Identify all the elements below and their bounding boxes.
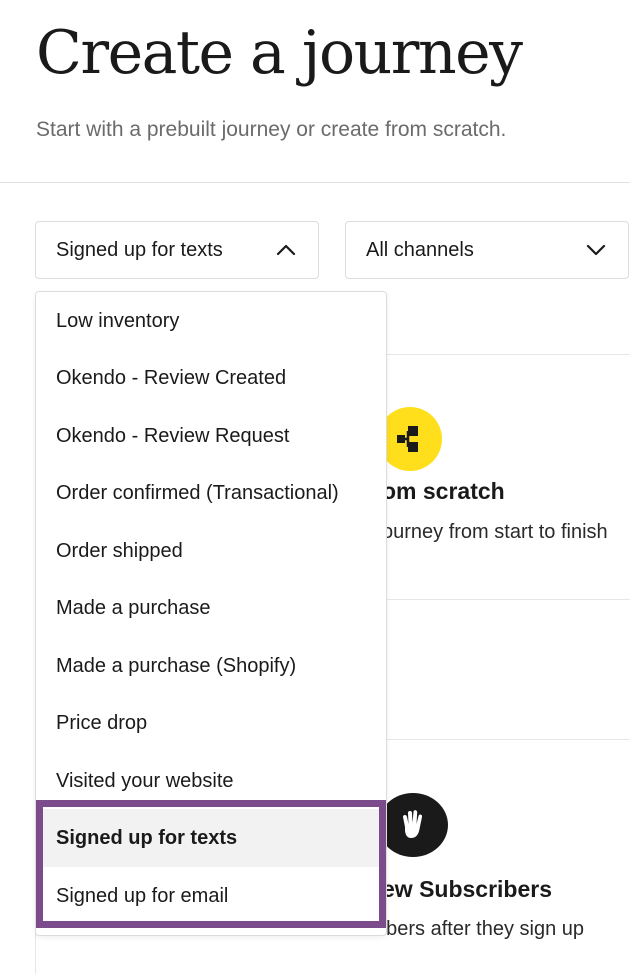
trigger-filter-value: Signed up for texts — [56, 238, 223, 261]
menu-item-signed-up-texts[interactable]: Signed up for texts — [36, 809, 386, 867]
page-title: Create a journey — [36, 18, 523, 88]
menu-item-signed-up-email[interactable]: Signed up for email — [36, 867, 386, 925]
trigger-dropdown-menu: Low inventory Okendo - Review Created Ok… — [35, 291, 387, 936]
menu-item-made-a-purchase-shopify[interactable]: Made a purchase (Shopify) — [36, 637, 386, 695]
flow-diagram-icon — [378, 407, 442, 471]
welcome-card-title[interactable]: ew Subscribers — [382, 876, 552, 903]
waving-hand-icon — [378, 793, 448, 857]
menu-item-order-shipped[interactable]: Order shipped — [36, 522, 386, 580]
channel-filter-value: All channels — [366, 238, 474, 261]
menu-item-okendo-review-request[interactable]: Okendo - Review Request — [36, 407, 386, 465]
menu-item-visited-website[interactable]: Visited your website — [36, 752, 386, 810]
scratch-card-title[interactable]: om scratch — [382, 478, 505, 505]
menu-item-price-drop[interactable]: Price drop — [36, 694, 386, 752]
channel-filter-select[interactable]: All channels — [345, 221, 629, 279]
menu-item-order-confirmed[interactable]: Order confirmed (Transactional) — [36, 464, 386, 522]
menu-item-low-inventory[interactable]: Low inventory — [36, 292, 386, 350]
chevron-down-icon — [586, 244, 606, 256]
menu-item-okendo-review-created[interactable]: Okendo - Review Created — [36, 349, 386, 407]
header-divider — [0, 182, 630, 183]
page-subtitle: Start with a prebuilt journey or create … — [36, 118, 507, 141]
trigger-filter-select[interactable]: Signed up for texts — [35, 221, 319, 279]
menu-item-made-a-purchase[interactable]: Made a purchase — [36, 579, 386, 637]
chevron-up-icon — [276, 244, 296, 256]
scratch-card-description: ourney from start to finish — [382, 521, 608, 543]
card-divider — [380, 354, 630, 355]
card-divider — [380, 739, 630, 740]
card-divider — [380, 599, 630, 600]
